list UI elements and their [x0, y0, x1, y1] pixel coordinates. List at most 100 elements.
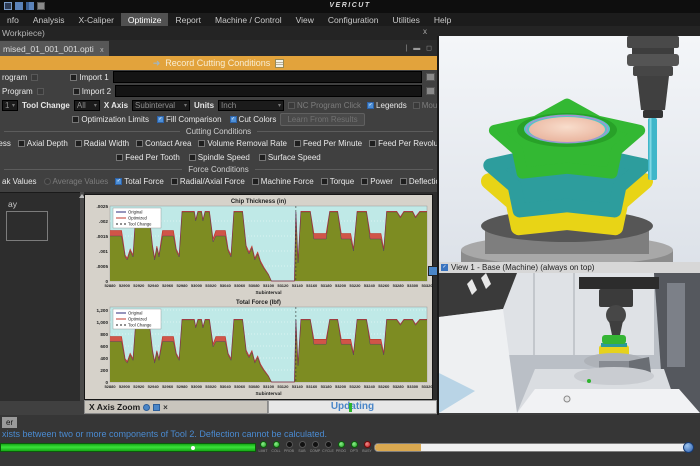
chip-thickness-chart[interactable]: Chip Thickness (in) .0025 .002 .0015 .001 .00…	[85, 196, 433, 297]
view-checkbox-icon[interactable]: ✓	[441, 264, 448, 271]
status-led-limit: LIMIT	[259, 441, 267, 453]
led-light	[259, 441, 267, 448]
menu-item-optimize[interactable]: Optimize	[120, 13, 169, 26]
checkbox-legends[interactable]: Legends	[367, 101, 407, 110]
option-label: Power	[370, 176, 393, 186]
axis-option-checks: NC Program Click Legends Mouse Followers	[288, 101, 437, 110]
checkbox-total-force[interactable]: Total Force	[115, 177, 164, 186]
y-tick-label: 800	[100, 332, 108, 337]
checkbox-feed-per-minute[interactable]: Feed Per Minute	[293, 138, 363, 148]
checkbox-ak-values[interactable]: ak Values	[2, 177, 37, 186]
title-bar: VERICUT	[0, 0, 700, 13]
notepad-icon[interactable]	[275, 58, 285, 68]
x-tick-label: 53140	[292, 384, 304, 389]
checkbox-radial-axial-force[interactable]: Radial/Axial Force	[170, 177, 245, 186]
logger-tab[interactable]: er	[2, 417, 18, 428]
checkbox-nc-program-click[interactable]: NC Program Click	[288, 101, 361, 110]
x-tick-label: 53260	[378, 283, 390, 288]
progress-bar[interactable]	[0, 443, 256, 452]
checkbox-optimization-limits[interactable]: Optimization Limits	[72, 115, 149, 124]
checkbox-volume-removal-rate[interactable]: Volume Removal Rate	[198, 139, 287, 148]
led-label: CYCLE	[322, 449, 334, 453]
machine-view[interactable]	[439, 273, 700, 413]
checkbox-surface-speed[interactable]: Surface Speed	[258, 153, 321, 162]
y-tick-label: .0015	[97, 234, 109, 239]
menu-item-help[interactable]: Help	[427, 13, 458, 26]
option-label: Feed Per Tooth	[125, 152, 180, 162]
zoom-reset-icon[interactable]	[153, 403, 161, 411]
menu-item-analysis[interactable]: Analysis	[26, 13, 72, 26]
total-force-chart[interactable]: Total Force (lbf) 1,200 1,000 800 600 400 200 0…	[85, 297, 433, 398]
zoom-close-icon[interactable]: ×	[163, 403, 168, 412]
checkbox-cut-colors[interactable]: Cut Colors	[229, 115, 276, 124]
workpiece-view[interactable]	[439, 36, 700, 265]
record-cutting-conditions-banner[interactable]: ➜ Record Cutting Conditions	[0, 56, 437, 70]
x-axis-zoom-bar: X Axis Zoom ×	[84, 400, 268, 414]
zoom-in-icon[interactable]	[143, 403, 151, 411]
menu-item-configuration[interactable]: Configuration	[321, 13, 386, 26]
vericut-window: VERICUT nfo Analysis X-Caliper Optimize Repo…	[0, 0, 700, 466]
nc-program-row-2: Program Import 2	[0, 84, 437, 98]
view1-title-bar[interactable]: ✓ View 1 - Base (Machine) (always on top…	[439, 262, 700, 273]
folder-icon[interactable]	[426, 73, 435, 81]
status-dot	[587, 379, 591, 383]
option-label: Contact Area	[145, 138, 192, 148]
tool-change-label: Tool Change	[22, 100, 70, 110]
menu-item-utilities[interactable]: Utilities	[385, 13, 426, 26]
x-tick-label: 53180	[321, 384, 333, 389]
nc-program-checkbox[interactable]	[31, 73, 39, 81]
checkbox-feed-per-revolution[interactable]: Feed Per Revolution	[369, 139, 437, 148]
x-tick-label: 53220	[349, 384, 361, 389]
import-2-field[interactable]	[115, 85, 422, 97]
led-light	[285, 441, 293, 448]
checkbox-contact-area[interactable]: Contact Area	[136, 139, 191, 148]
x-tick-label: 52940	[148, 283, 160, 288]
checkbox-fill-comparison[interactable]: Fill Comparison	[156, 115, 222, 124]
progress-handle[interactable]	[191, 446, 195, 450]
checkbox-feed-per-tooth[interactable]: Feed Per Tooth	[116, 153, 180, 162]
option-label: Deflection	[408, 176, 437, 186]
checkbox-ckness[interactable]: ckness	[0, 139, 11, 148]
tab-close-icon[interactable]: x	[100, 47, 104, 54]
units-label: Units	[194, 100, 215, 110]
led-light	[324, 441, 332, 448]
horizontal-scrollbar[interactable]	[374, 442, 694, 453]
checkbox-mouse-followers[interactable]: Mouse Followers	[412, 101, 437, 110]
menu-item-nfo[interactable]: nfo	[0, 13, 26, 26]
radio-average-values[interactable]: Average Values	[43, 177, 108, 186]
tool-select[interactable]: 1 ▾	[2, 99, 18, 111]
option-label: Feed Per Minute	[302, 138, 363, 148]
menu-item-view[interactable]: View	[289, 13, 321, 26]
tool-change-select[interactable]: All ▾	[73, 99, 100, 111]
close-icon[interactable]: x	[423, 27, 427, 36]
panel-window-controls[interactable]: | ▬ ◻	[405, 44, 434, 52]
checkbox-box	[74, 139, 82, 147]
checkbox-radial-width[interactable]: Radial Width	[74, 139, 129, 148]
checkbox-deflection[interactable]: Deflection	[399, 176, 437, 186]
checkbox-import-1[interactable]: Import 1	[70, 73, 109, 82]
import-1-field[interactable]	[112, 71, 422, 83]
menu-item-x-caliper[interactable]: X-Caliper	[71, 13, 120, 26]
checkbox-torque[interactable]: Torque	[320, 177, 354, 186]
x-tick-label: 53280	[393, 384, 405, 389]
scrollbar-sphere-icon[interactable]	[683, 442, 694, 453]
units-select[interactable]: Inch ▾	[218, 99, 285, 111]
learn-from-results-button[interactable]: Learn From Results	[280, 112, 365, 126]
menu-item-report[interactable]: Report	[168, 13, 208, 26]
menu-item-machine-control[interactable]: Machine / Control	[208, 13, 289, 26]
x-tick-label: 53300	[407, 283, 419, 288]
checkbox-import-2[interactable]: Import 2	[72, 87, 111, 96]
nc-program-checkbox[interactable]	[36, 87, 44, 95]
cutting-conditions-row-2: Feed Per Tooth Spindle Speed Surface Speed	[0, 150, 437, 164]
units-value: Inch	[221, 100, 237, 110]
checkbox-machine-force[interactable]: Machine Force	[251, 177, 314, 186]
scrollbar-thumb[interactable]	[375, 444, 421, 451]
x-tick-label: 53060	[234, 384, 246, 389]
checkbox-spindle-speed[interactable]: Spindle Speed	[188, 153, 250, 162]
checkbox-axial-depth[interactable]: Axial Depth	[17, 139, 68, 148]
x-axis-select[interactable]: Subinterval ▾	[132, 99, 191, 111]
checkbox-power[interactable]: Power	[361, 177, 393, 186]
folder-icon[interactable]	[426, 87, 435, 95]
checkbox-box	[367, 101, 375, 109]
opti-file-tab[interactable]: mised_01_001_001.opti x	[0, 41, 109, 56]
